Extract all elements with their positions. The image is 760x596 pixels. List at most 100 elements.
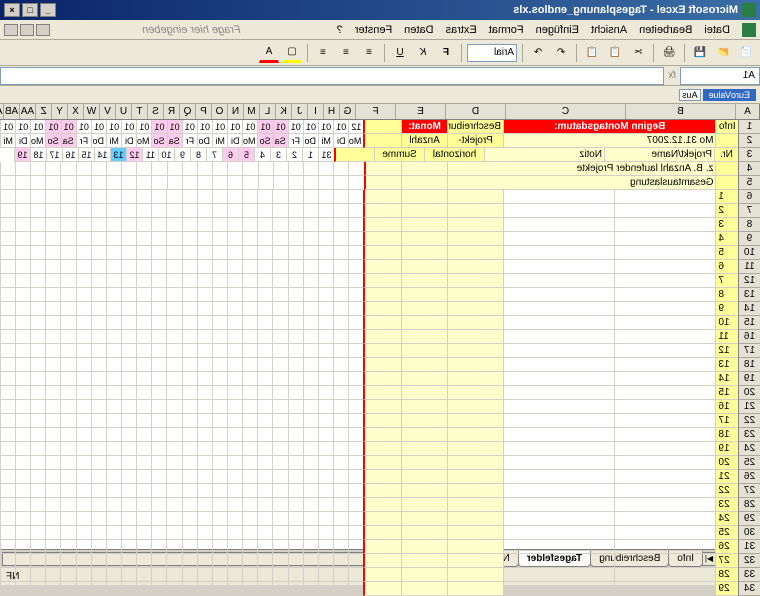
column-header-W[interactable]: W bbox=[83, 104, 99, 119]
cell[interactable] bbox=[333, 176, 348, 190]
cell[interactable] bbox=[272, 316, 287, 330]
cell[interactable] bbox=[182, 218, 197, 232]
cell[interactable] bbox=[197, 540, 212, 554]
cell[interactable] bbox=[30, 162, 45, 176]
cell[interactable] bbox=[45, 386, 60, 400]
cell[interactable] bbox=[447, 386, 503, 400]
cell[interactable] bbox=[272, 358, 287, 372]
cell[interactable] bbox=[0, 554, 15, 568]
cell[interactable] bbox=[91, 218, 106, 232]
cell[interactable] bbox=[257, 204, 272, 218]
cell[interactable] bbox=[45, 274, 60, 288]
cell[interactable] bbox=[348, 512, 363, 526]
cell[interactable] bbox=[272, 484, 287, 498]
cell[interactable] bbox=[136, 344, 151, 358]
cell[interactable] bbox=[60, 386, 75, 400]
column-header-F[interactable]: F bbox=[355, 104, 395, 119]
cell[interactable] bbox=[318, 414, 333, 428]
cell[interactable] bbox=[401, 176, 448, 190]
cell[interactable] bbox=[401, 330, 447, 344]
cell[interactable] bbox=[121, 274, 136, 288]
cell[interactable] bbox=[272, 470, 287, 484]
cell[interactable] bbox=[151, 218, 166, 232]
cell[interactable]: 14 bbox=[715, 372, 738, 386]
cell[interactable] bbox=[91, 442, 106, 456]
cell[interactable] bbox=[60, 414, 75, 428]
cell[interactable] bbox=[272, 400, 287, 414]
cell[interactable] bbox=[182, 190, 197, 204]
cell[interactable] bbox=[303, 218, 318, 232]
cell[interactable] bbox=[401, 358, 447, 372]
cell[interactable] bbox=[106, 162, 121, 176]
cell[interactable]: Di bbox=[227, 134, 242, 148]
cell[interactable] bbox=[30, 260, 45, 274]
cell[interactable]: 8 bbox=[190, 148, 206, 162]
print-icon[interactable]: 🖨 bbox=[659, 43, 679, 63]
cell[interactable] bbox=[212, 540, 227, 554]
cell[interactable] bbox=[348, 274, 363, 288]
cell[interactable] bbox=[401, 582, 447, 596]
cell[interactable] bbox=[0, 288, 15, 302]
cell[interactable] bbox=[166, 414, 181, 428]
cell[interactable] bbox=[182, 260, 197, 274]
cell[interactable] bbox=[197, 218, 212, 232]
cell[interactable] bbox=[242, 246, 257, 260]
cell[interactable] bbox=[136, 512, 151, 526]
cell[interactable] bbox=[503, 190, 614, 204]
cell[interactable] bbox=[257, 498, 272, 512]
cell[interactable]: 5 bbox=[238, 148, 254, 162]
cell[interactable] bbox=[288, 288, 303, 302]
cell[interactable] bbox=[227, 414, 242, 428]
cell[interactable] bbox=[401, 540, 447, 554]
cell[interactable] bbox=[166, 540, 181, 554]
cell[interactable] bbox=[91, 414, 106, 428]
cell[interactable] bbox=[272, 568, 287, 582]
cell[interactable]: Di bbox=[15, 134, 30, 148]
cell[interactable] bbox=[91, 302, 106, 316]
cell[interactable] bbox=[318, 344, 333, 358]
cell[interactable] bbox=[151, 582, 166, 596]
cell[interactable] bbox=[15, 260, 30, 274]
cell[interactable] bbox=[76, 302, 91, 316]
cell[interactable] bbox=[303, 470, 318, 484]
cell[interactable] bbox=[227, 358, 242, 372]
cell[interactable] bbox=[242, 414, 257, 428]
cell[interactable] bbox=[0, 540, 15, 554]
cell[interactable] bbox=[60, 162, 75, 176]
cell[interactable] bbox=[614, 554, 716, 568]
cell[interactable] bbox=[333, 204, 348, 218]
cell[interactable] bbox=[614, 288, 716, 302]
column-header-C[interactable]: C bbox=[505, 104, 625, 119]
cell[interactable] bbox=[76, 218, 91, 232]
cell[interactable]: 17 bbox=[715, 414, 738, 428]
cell[interactable] bbox=[503, 414, 614, 428]
cell[interactable] bbox=[303, 540, 318, 554]
cell[interactable]: 01 bbox=[318, 120, 333, 134]
cell[interactable] bbox=[121, 162, 136, 176]
cell[interactable] bbox=[91, 526, 106, 540]
open-icon[interactable]: 📂 bbox=[713, 43, 733, 63]
cell[interactable] bbox=[76, 358, 91, 372]
cell[interactable] bbox=[503, 274, 614, 288]
cell[interactable] bbox=[272, 456, 287, 470]
cell[interactable] bbox=[318, 246, 333, 260]
cell[interactable] bbox=[318, 204, 333, 218]
cell[interactable] bbox=[60, 274, 75, 288]
cell[interactable] bbox=[401, 274, 447, 288]
cell[interactable] bbox=[363, 120, 400, 134]
cell[interactable] bbox=[182, 288, 197, 302]
cell[interactable] bbox=[447, 456, 503, 470]
cell[interactable] bbox=[151, 484, 166, 498]
cell[interactable] bbox=[257, 582, 272, 596]
cell[interactable] bbox=[447, 330, 503, 344]
cell[interactable] bbox=[212, 274, 227, 288]
cell[interactable] bbox=[363, 204, 400, 218]
cell[interactable] bbox=[15, 274, 30, 288]
cell[interactable] bbox=[348, 498, 363, 512]
cell[interactable]: Mo bbox=[242, 134, 257, 148]
row-header-15[interactable]: 15 bbox=[738, 316, 760, 330]
cell[interactable] bbox=[136, 400, 151, 414]
cell[interactable]: Mi bbox=[318, 134, 333, 148]
cell[interactable] bbox=[227, 232, 242, 246]
cell[interactable]: 11 bbox=[142, 148, 158, 162]
